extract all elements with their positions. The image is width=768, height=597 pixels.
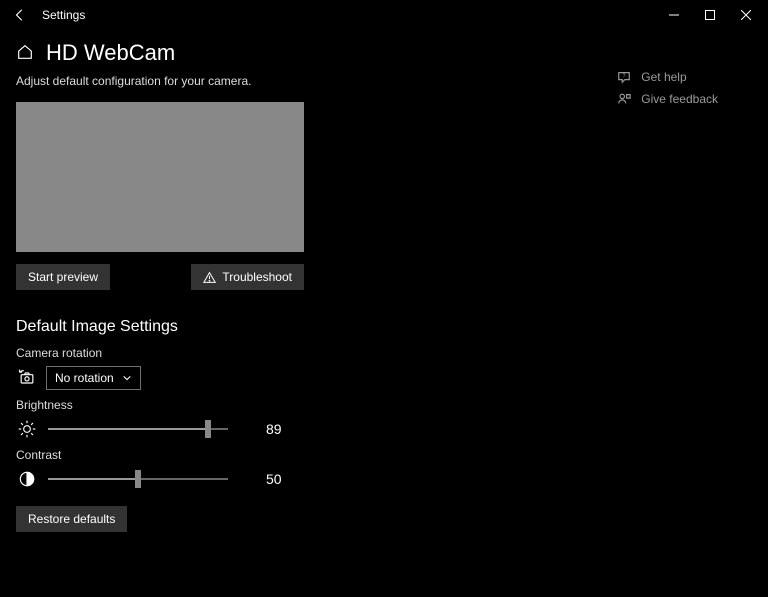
camera-preview [16,102,304,252]
maximize-icon [705,10,715,20]
back-button[interactable] [4,0,36,30]
page-header: HD WebCam [0,30,768,74]
help-icon: ? [617,70,631,84]
section-heading: Default Image Settings [16,318,752,336]
brightness-value: 89 [266,421,282,437]
start-preview-button[interactable]: Start preview [16,264,110,290]
give-feedback-label: Give feedback [641,92,718,106]
contrast-value: 50 [266,471,282,487]
minimize-icon [669,10,679,20]
minimize-button[interactable] [656,0,692,30]
help-links: ? Get help Give feedback [617,70,718,106]
page-title: HD WebCam [46,40,175,66]
troubleshoot-button[interactable]: Troubleshoot [191,264,304,290]
start-preview-label: Start preview [28,270,98,284]
titlebar: Settings [0,0,768,30]
contrast-icon [16,468,38,490]
restore-defaults-button[interactable]: Restore defaults [16,506,127,532]
contrast-label: Contrast [16,448,752,462]
close-icon [741,10,751,20]
get-help-label: Get help [641,70,686,84]
rotation-select[interactable]: No rotation [46,366,141,390]
arrow-left-icon [13,8,27,22]
get-help-link[interactable]: ? Get help [617,70,718,84]
svg-text:?: ? [623,73,626,79]
brightness-label: Brightness [16,398,752,412]
brightness-icon [16,418,38,440]
rotation-selected: No rotation [55,371,114,385]
slider-thumb[interactable] [205,420,211,438]
window-title: Settings [42,8,85,22]
warning-icon [203,271,216,284]
give-feedback-link[interactable]: Give feedback [617,92,718,106]
contrast-slider[interactable] [48,469,228,489]
feedback-icon [617,92,631,106]
brightness-slider[interactable] [48,419,228,439]
window-controls [656,0,764,30]
troubleshoot-label: Troubleshoot [222,270,292,284]
camera-rotate-icon [16,367,38,389]
maximize-button[interactable] [692,0,728,30]
rotation-label: Camera rotation [16,346,752,360]
slider-thumb[interactable] [135,470,141,488]
close-button[interactable] [728,0,764,30]
restore-defaults-label: Restore defaults [28,512,115,526]
chevron-down-icon [122,373,132,383]
home-icon[interactable] [16,43,34,64]
